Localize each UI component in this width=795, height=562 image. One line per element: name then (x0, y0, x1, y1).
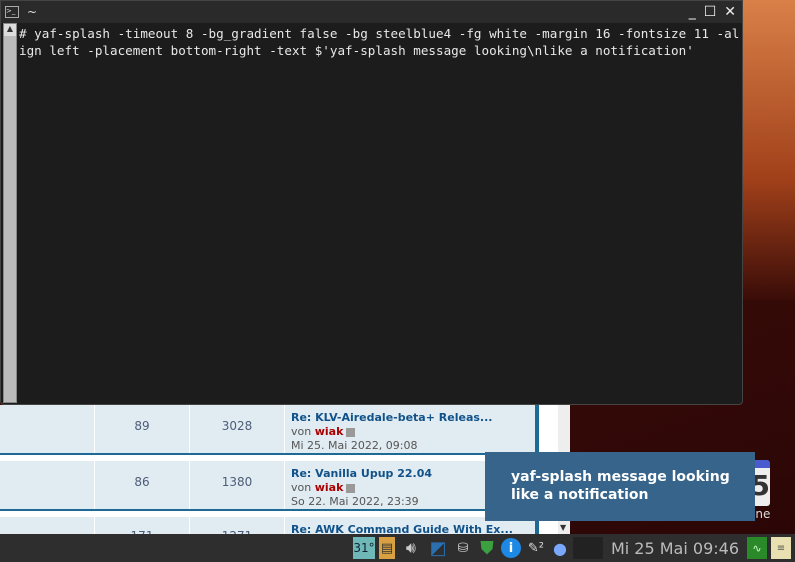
replies-count: 86 (95, 461, 190, 509)
user-link[interactable]: wiak (315, 481, 344, 494)
pen-icon[interactable]: ✎² (525, 537, 547, 559)
clipboard-icon[interactable]: ▤ (378, 537, 395, 559)
user-link[interactable]: wiak (315, 425, 344, 438)
minimize-button[interactable]: _ (689, 4, 696, 20)
scroll-up-icon[interactable]: ▲ (4, 24, 16, 36)
monitor-icon[interactable]: ∿ (747, 537, 767, 559)
maximize-button[interactable]: ☐ (704, 4, 717, 20)
shield-icon[interactable]: ⛊ (477, 537, 497, 559)
terminal-scrollbar[interactable]: ▲ (3, 23, 17, 403)
clock[interactable]: Mi 25 Mai 09:46 (607, 537, 743, 559)
terminal-output[interactable]: # yaf-splash -timeout 8 -bg_gradient fal… (19, 25, 740, 59)
last-post-link[interactable]: Re: Vanilla Upup 22.04 (291, 467, 432, 481)
goto-post-icon[interactable] (346, 483, 356, 493)
by-label: von (291, 425, 312, 438)
drive-icon[interactable]: ⛁ (453, 537, 473, 559)
last-post-link[interactable]: Re: AWK Command Guide With Ex... (291, 523, 513, 534)
window-title: ~ (27, 5, 38, 19)
table-row[interactable]: 86 1380 Re: Vanilla Upup 22.04 von wiak … (0, 461, 535, 511)
terminal-window[interactable]: >_ ~ _ ☐ ✕ ▲ # yaf-splash -timeout 8 -bg… (0, 0, 743, 405)
scroll-down-icon[interactable]: ▼ (560, 523, 566, 532)
terminal-titlebar[interactable]: >_ ~ _ ☐ ✕ (1, 1, 742, 23)
splash-notification[interactable]: yaf-splash message looking like a notifi… (485, 452, 755, 521)
post-date: So 22. Mai 2022, 23:39 (291, 495, 419, 508)
last-post-link[interactable]: Re: KLV-Airedale-beta+ Releas... (291, 411, 492, 425)
replies-count: 89 (95, 405, 190, 453)
desktop-wallpaper (740, 0, 795, 300)
goto-post-icon[interactable] (346, 427, 356, 437)
replies-count: 171 (95, 517, 190, 534)
forum-topic-list: 89 3028 Re: KLV-Airedale-beta+ Releas...… (0, 405, 535, 534)
notes-icon[interactable]: ≡ (771, 537, 791, 559)
taskbar: 31° ▤ 🔊︎ ◩ ⛁ ⛊ i ✎² ● Mi 25 Mai 09:46 ∿ … (0, 534, 795, 562)
volume-icon[interactable]: 🔊︎ (399, 537, 423, 559)
by-label: von (291, 481, 312, 494)
windows-icon[interactable]: ◩ (427, 537, 449, 559)
info-icon[interactable]: i (500, 538, 521, 558)
post-date: Mi 25. Mai 2022, 09:08 (291, 439, 418, 452)
table-row[interactable]: 89 3028 Re: KLV-Airedale-beta+ Releas...… (0, 405, 535, 455)
table-row[interactable]: 171 1271 Re: AWK Command Guide With Ex..… (0, 517, 535, 534)
empty-tray-slot (572, 537, 603, 559)
bulb-icon[interactable]: ● (551, 537, 569, 559)
terminal-icon: >_ (5, 6, 19, 18)
views-count: 1271 (190, 517, 285, 534)
temperature-indicator[interactable]: 31° (352, 537, 375, 559)
close-button[interactable]: ✕ (724, 4, 736, 20)
views-count: 3028 (190, 405, 285, 453)
views-count: 1380 (190, 461, 285, 509)
